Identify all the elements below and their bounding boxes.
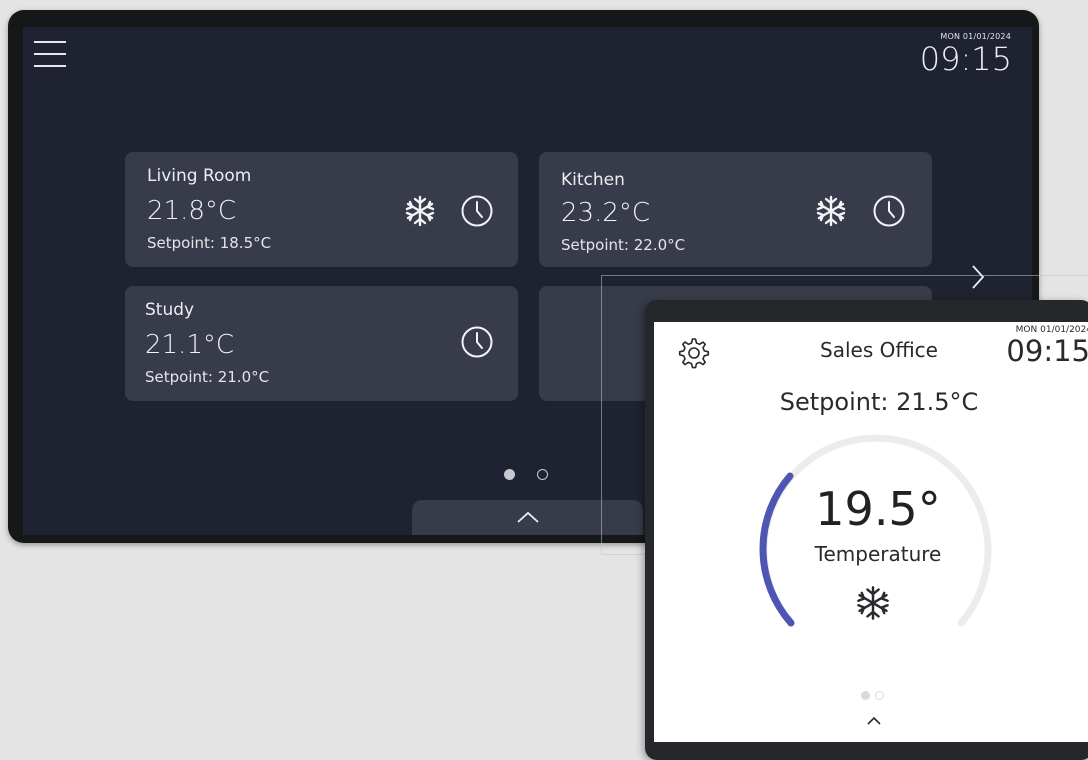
page-indicator-inactive[interactable] <box>537 469 548 480</box>
room-temperature: 23.2°C <box>561 198 651 228</box>
panel-page-indicator-inactive[interactable] <box>875 691 884 700</box>
snowflake-icon[interactable] <box>854 584 892 622</box>
wall-panel-screen: Sales Office MON 01/01/2024 09:15 Setpoi… <box>654 322 1088 742</box>
room-temperature: 21.1°C <box>145 330 235 360</box>
clock-icon[interactable] <box>460 194 494 228</box>
setpoint-value[interactable]: Setpoint: 21.5°C <box>654 388 1088 416</box>
page-indicator-active[interactable] <box>504 469 515 480</box>
snowflake-icon <box>814 194 848 228</box>
chevron-right-icon[interactable] <box>969 262 989 292</box>
room-name: Kitchen <box>561 170 625 190</box>
room-setpoint: Setpoint: 21.0°C <box>145 368 270 386</box>
room-card-living-room[interactable]: Living Room 21.8°C Setpoint: 18.5°C <box>125 152 518 267</box>
clock-icon[interactable] <box>460 325 494 359</box>
hamburger-menu-icon[interactable] <box>34 41 66 67</box>
room-name: Living Room <box>147 166 252 186</box>
room-name: Study <box>145 300 195 320</box>
clock-icon[interactable] <box>872 194 906 228</box>
current-temperature: 19.5° <box>815 482 941 536</box>
room-setpoint: Setpoint: 22.0°C <box>561 236 686 254</box>
wall-panel-device: Sales Office MON 01/01/2024 09:15 Setpoi… <box>645 300 1088 760</box>
room-temperature: 21.8°C <box>147 196 237 226</box>
snowflake-icon <box>403 194 437 228</box>
room-card-kitchen[interactable]: Kitchen 23.2°C Setpoint: 22.0°C <box>539 152 932 267</box>
room-card-study[interactable]: Study 21.1°C Setpoint: 21.0°C <box>125 286 518 401</box>
room-setpoint: Setpoint: 18.5°C <box>147 234 272 252</box>
pull-up-tab[interactable] <box>412 500 643 535</box>
chevron-up-icon[interactable] <box>863 713 885 727</box>
chevron-up-icon <box>517 511 539 523</box>
temperature-label: Temperature <box>814 542 942 566</box>
panel-time: 09:15 <box>1006 334 1088 368</box>
panel-page-indicator-active[interactable] <box>861 691 870 700</box>
main-time: 09:15 <box>919 40 1012 78</box>
